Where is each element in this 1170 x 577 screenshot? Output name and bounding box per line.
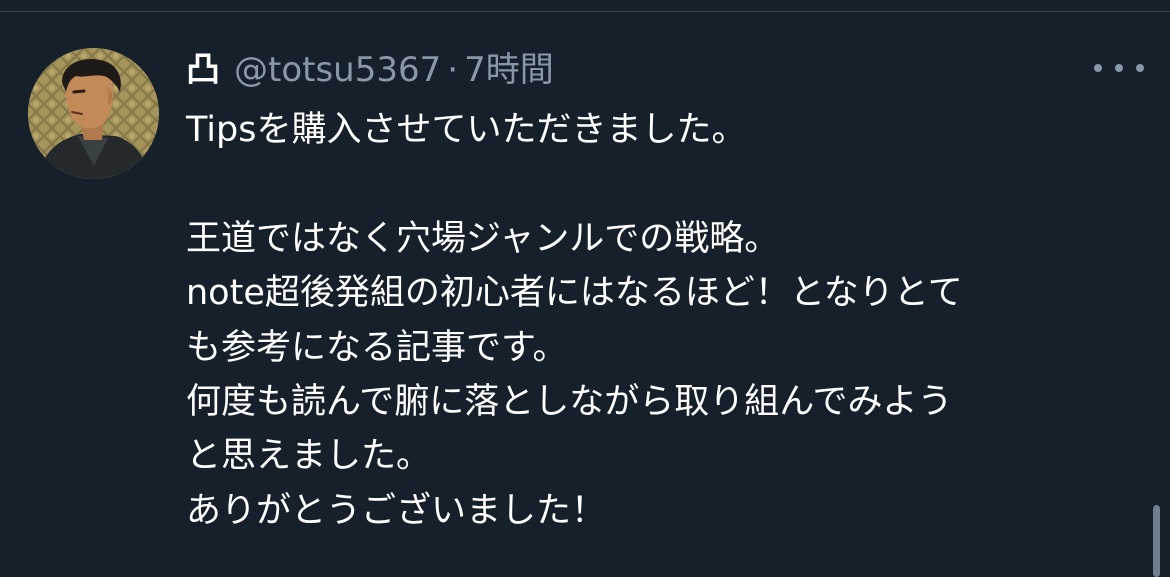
avatar-illustration — [28, 48, 159, 179]
user-handle[interactable]: @totsu5367 — [234, 44, 441, 96]
avatar[interactable] — [28, 48, 159, 179]
more-horizontal-icon — [1094, 64, 1102, 72]
tweet-line: note超後発組の初心者にはなるほど！となりとて — [186, 273, 963, 314]
tweet-line: 王道ではなく穴場ジャンルでの戦略。 — [186, 218, 780, 259]
tweet-header: 凸 @totsu5367 · 7時間 — [186, 44, 554, 96]
display-name[interactable]: 凸 — [186, 44, 220, 96]
more-options-button[interactable] — [1094, 58, 1144, 78]
more-horizontal-icon-dot — [1115, 64, 1123, 72]
tweet-line: と思えました。 — [186, 436, 432, 477]
tweet-line: も参考になる記事です。 — [186, 327, 568, 368]
more-horizontal-icon-dot — [1136, 64, 1144, 72]
timestamp[interactable]: 7時間 — [464, 44, 554, 96]
tweet-line: 何度も読んで腑に落としながら取り組んでみよう — [186, 381, 953, 422]
separator-dot: · — [447, 50, 459, 90]
scrollbar[interactable] — [1153, 505, 1160, 577]
tweet-line: ありがとうございました！ — [186, 490, 607, 531]
tweet-text: Tipsを購入させていただきました。 王道ではなく穴場ジャンルでの戦略。 not… — [186, 103, 1126, 538]
tweet-line: Tipsを購入させていただきました。 — [186, 110, 747, 150]
top-divider — [0, 0, 1170, 12]
